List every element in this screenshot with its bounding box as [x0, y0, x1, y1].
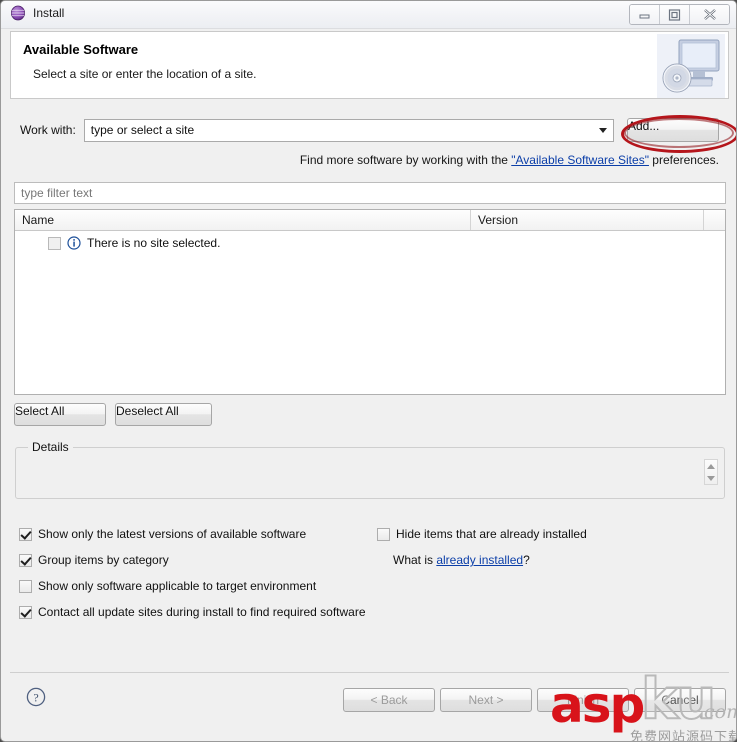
filter-placeholder: type filter text [21, 186, 93, 200]
table-header-row: Name Version [15, 210, 725, 231]
column-header-version[interactable]: Version [471, 210, 704, 230]
available-software-sites-link[interactable]: "Available Software Sites" [511, 153, 649, 167]
what-is-prefix: What is [393, 553, 437, 567]
page-subtitle: Select a site or enter the location of a… [33, 67, 257, 81]
option-label: Show only software applicable to target … [38, 579, 317, 593]
column-header-extra[interactable] [704, 210, 724, 230]
close-icon [703, 9, 716, 20]
next-button[interactable]: Next > [440, 688, 532, 712]
spinner-up-icon[interactable] [707, 463, 715, 469]
deselect-all-button[interactable]: Deselect All [115, 403, 212, 426]
chevron-down-icon[interactable] [593, 120, 613, 141]
find-more-text: Find more software by working with the "… [300, 153, 719, 167]
find-more-suffix: preferences. [648, 153, 719, 167]
row-name: There is no site selected. [87, 236, 221, 250]
option-label: Group items by category [38, 553, 169, 567]
already-installed-link[interactable]: already installed [436, 553, 523, 567]
help-question-icon[interactable]: ? [26, 687, 46, 707]
checkbox-contact-all-update-sites[interactable] [19, 605, 32, 619]
window-controls [629, 4, 730, 25]
column-header-name[interactable]: Name [15, 210, 471, 230]
option-group-by-category[interactable]: Group items by category [19, 553, 169, 567]
maximize-icon [668, 8, 681, 21]
details-group: Details [15, 440, 725, 499]
page-header: Available Software Select a site or ente… [10, 31, 729, 99]
work-with-label: Work with: [20, 123, 76, 137]
option-show-latest-versions[interactable]: Show only the latest versions of availab… [19, 527, 306, 541]
svg-text:?: ? [33, 691, 38, 705]
cancel-button[interactable]: Cancel [634, 688, 726, 712]
work-with-combo[interactable]: type or select a site [83, 118, 614, 142]
back-button[interactable]: < Back [343, 688, 435, 712]
spinner-down-icon[interactable] [707, 475, 715, 481]
select-all-button[interactable]: Select All [14, 403, 106, 426]
checkbox-hide-installed-items[interactable] [377, 527, 390, 541]
checkbox-show-latest-versions[interactable] [19, 527, 32, 541]
option-label: Contact all update sites during install … [38, 605, 366, 619]
window-title: Install [33, 6, 65, 20]
option-label: Show only the latest versions of availab… [38, 527, 307, 541]
details-scroll-spinner[interactable] [704, 459, 718, 485]
option-hide-installed-items[interactable]: Hide items that are already installed [377, 527, 587, 541]
eclipse-sphere-icon [10, 5, 26, 21]
monitor-with-disc-icon [657, 34, 725, 98]
close-button[interactable] [690, 5, 729, 24]
filter-input[interactable]: type filter text [14, 182, 726, 204]
finish-button[interactable]: Finish [537, 688, 629, 712]
dialog-footer: ? < Back Next > Finish Cancel [10, 672, 729, 734]
find-more-prefix: Find more software by working with the [299, 153, 512, 167]
what-is-installed-text: What is already installed? [393, 553, 530, 567]
title-bar-left: Install [10, 5, 64, 21]
software-table: Name Version There is no site selected. [14, 209, 726, 395]
minimize-icon [639, 14, 650, 19]
install-dialog: Install Available Software Select a site… [0, 0, 737, 742]
dialog-body: Work with: type or select a site Add... … [10, 106, 736, 672]
page-title: Available Software [23, 42, 139, 57]
checkbox-group-by-category[interactable] [19, 553, 32, 567]
what-is-suffix: ? [523, 553, 530, 567]
option-applicable-to-target[interactable]: Show only software applicable to target … [19, 579, 316, 593]
table-row[interactable]: There is no site selected. [15, 233, 725, 253]
info-icon [67, 236, 81, 250]
work-with-input[interactable]: type or select a site [85, 123, 593, 137]
work-with-row: Work with: type or select a site [20, 117, 720, 143]
details-label: Details [28, 440, 73, 454]
option-contact-all-update-sites[interactable]: Contact all update sites during install … [19, 605, 366, 619]
row-checkbox[interactable] [48, 236, 61, 250]
option-label: Hide items that are already installed [396, 527, 587, 541]
checkbox-applicable-to-target[interactable] [19, 579, 32, 593]
add-button[interactable]: Add... [627, 118, 719, 142]
title-bar: Install [1, 1, 736, 29]
maximize-button[interactable] [660, 5, 690, 24]
minimize-button[interactable] [630, 5, 660, 24]
